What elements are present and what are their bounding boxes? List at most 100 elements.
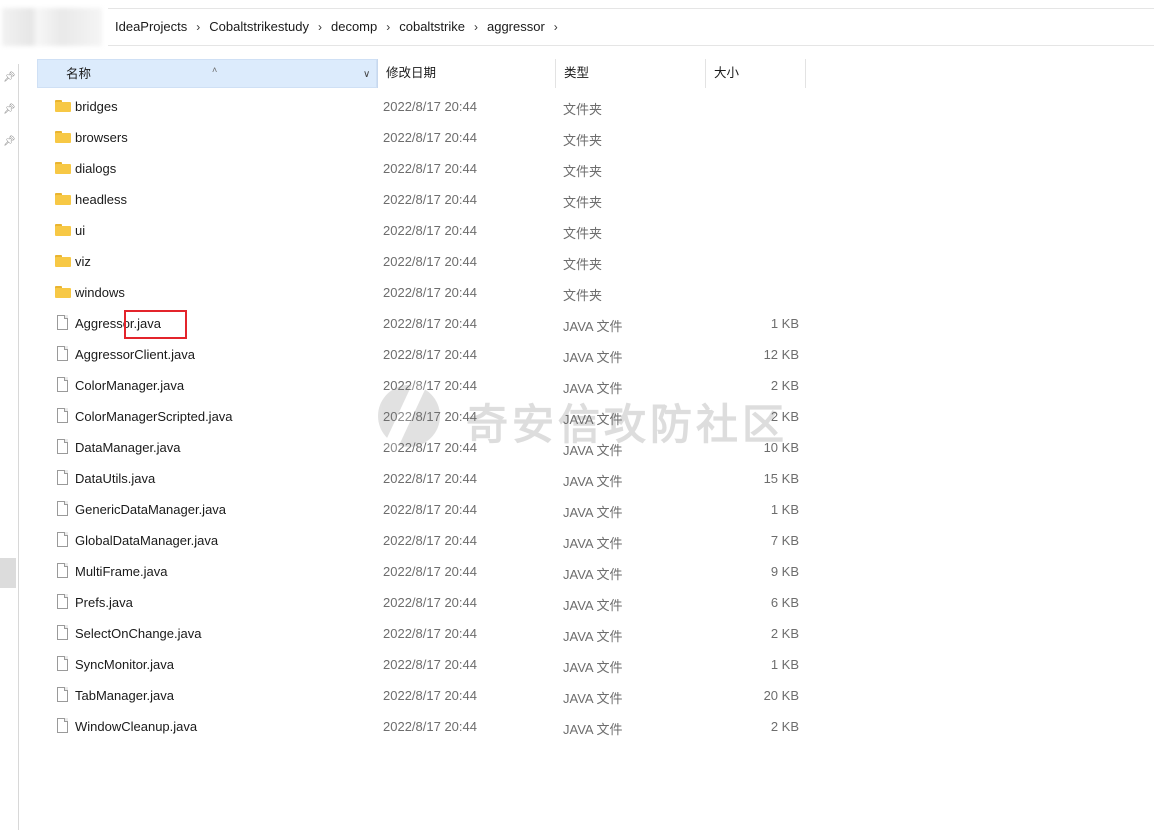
folder-icon	[55, 191, 71, 207]
file-date: 2022/8/17 20:44	[383, 347, 477, 362]
file-row[interactable]: SyncMonitor.java 2022/8/17 20:44 JAVA 文件 1 …	[37, 649, 837, 680]
file-date: 2022/8/17 20:44	[383, 99, 477, 114]
file-icon	[55, 594, 71, 610]
file-name: DataUtils.java	[75, 471, 156, 486]
file-size: 1 KB	[770, 657, 799, 672]
file-row[interactable]: dialogs 2022/8/17 20:44 文件夹	[37, 153, 837, 184]
file-icon	[55, 718, 71, 734]
file-icon	[55, 470, 71, 486]
file-row[interactable]: ui 2022/8/17 20:44 文件夹	[37, 215, 837, 246]
breadcrumb-item-aggressor[interactable]: aggressor	[487, 19, 545, 34]
file-date: 2022/8/17 20:44	[383, 130, 477, 145]
file-type: JAVA 文件	[563, 319, 623, 334]
pin-icon[interactable]: 📌︎	[3, 72, 16, 84]
column-header-date[interactable]: 修改日期	[378, 59, 556, 88]
breadcrumb-item-cobaltstrikestudy[interactable]: Cobaltstrikestudy	[209, 19, 309, 34]
file-type: 文件夹	[563, 133, 603, 148]
breadcrumb-item-cobaltstrike[interactable]: cobaltstrike	[399, 19, 465, 34]
file-row[interactable]: WindowCleanup.java 2022/8/17 20:44 JAVA 文件…	[37, 711, 837, 742]
file-size: 1 KB	[770, 316, 799, 331]
file-type: JAVA 文件	[563, 443, 623, 458]
file-row[interactable]: browsers 2022/8/17 20:44 文件夹	[37, 122, 837, 153]
file-name: headless	[75, 192, 128, 207]
file-date: 2022/8/17 20:44	[383, 471, 477, 486]
file-name: SyncMonitor.java	[75, 657, 174, 672]
file-icon	[55, 439, 71, 455]
address-bar: IdeaProjects › Cobaltstrikestudy › decom…	[0, 0, 1154, 56]
pin-icon[interactable]: 📌︎	[3, 104, 16, 116]
file-name: SelectOnChange.java	[75, 626, 202, 641]
file-size: 2 KB	[770, 409, 799, 424]
file-date: 2022/8/17 20:44	[383, 657, 477, 672]
folder-icon	[55, 222, 71, 238]
file-name: bridges	[75, 99, 118, 114]
file-name: GlobalDataManager.java	[75, 533, 219, 548]
scrollbar-thumb[interactable]	[0, 558, 16, 588]
file-size: 6 KB	[770, 595, 799, 610]
file-type: JAVA 文件	[563, 629, 623, 644]
column-header-type-label: 类型	[564, 66, 590, 80]
chevron-right-icon[interactable]: ›	[196, 20, 200, 34]
column-header-name[interactable]: 名称 ˄ ∨	[37, 59, 377, 88]
folder-icon	[55, 98, 71, 114]
file-row[interactable]: bridges 2022/8/17 20:44 文件夹	[37, 91, 837, 122]
file-row[interactable]: GlobalDataManager.java 2022/8/17 20:44 JAV…	[37, 525, 837, 556]
navigation-pane: 📌︎ 📌︎ 📌︎	[0, 56, 34, 830]
pin-icon[interactable]: 📌︎	[3, 136, 16, 148]
file-type: JAVA 文件	[563, 536, 623, 551]
file-row[interactable]: headless 2022/8/17 20:44 文件夹	[37, 184, 837, 215]
file-type: JAVA 文件	[563, 381, 623, 396]
breadcrumb-item-ideaprojects[interactable]: IdeaProjects	[115, 19, 187, 34]
file-date: 2022/8/17 20:44	[383, 626, 477, 641]
file-row[interactable]: windows 2022/8/17 20:44 文件夹	[37, 277, 837, 308]
file-name: Prefs.java	[75, 595, 133, 610]
folder-icon	[55, 253, 71, 269]
file-date: 2022/8/17 20:44	[383, 595, 477, 610]
chevron-right-icon[interactable]: ›	[386, 20, 390, 34]
file-row[interactable]: GenericDataManager.java 2022/8/17 20:44 JA…	[37, 494, 837, 525]
folder-icon	[55, 284, 71, 300]
file-row[interactable]: MultiFrame.java 2022/8/17 20:44 JAVA 文件 9 K…	[37, 556, 837, 587]
file-icon	[55, 346, 71, 362]
file-name: windows	[75, 285, 125, 300]
breadcrumb: IdeaProjects › Cobaltstrikestudy › decom…	[115, 19, 567, 34]
file-icon	[55, 563, 71, 579]
file-type: JAVA 文件	[563, 505, 623, 520]
folder-icon	[55, 129, 71, 145]
file-date: 2022/8/17 20:44	[383, 161, 477, 176]
chevron-down-icon[interactable]: ∨	[363, 60, 370, 89]
file-row[interactable]: SelectOnChange.java 2022/8/17 20:44 JAVA 文…	[37, 618, 837, 649]
file-row[interactable]: Prefs.java 2022/8/17 20:44 JAVA 文件 6 KB	[37, 587, 837, 618]
file-row[interactable]: AggressorClient.java 2022/8/17 20:44 JAVA …	[37, 339, 837, 370]
file-type: 文件夹	[563, 257, 603, 272]
chevron-right-icon[interactable]: ›	[554, 20, 558, 34]
breadcrumb-item-decomp[interactable]: decomp	[331, 19, 377, 34]
file-row[interactable]: ColorManager.java 2022/8/17 20:44 JAVA 文件 2…	[37, 370, 837, 401]
file-date: 2022/8/17 20:44	[383, 533, 477, 548]
file-row[interactable]: TabManager.java 2022/8/17 20:44 JAVA 文件 20 …	[37, 680, 837, 711]
blurred-region	[2, 8, 102, 46]
file-row[interactable]: viz 2022/8/17 20:44 文件夹	[37, 246, 837, 277]
file-date: 2022/8/17 20:44	[383, 316, 477, 331]
column-header-type[interactable]: 类型	[556, 59, 706, 88]
file-type: 文件夹	[563, 288, 603, 303]
file-type: JAVA 文件	[563, 350, 623, 365]
file-name: ui	[75, 223, 86, 238]
chevron-right-icon[interactable]: ›	[318, 20, 322, 34]
file-size: 1 KB	[770, 502, 799, 517]
file-date: 2022/8/17 20:44	[383, 285, 477, 300]
file-date: 2022/8/17 20:44	[383, 378, 477, 393]
file-name: AggressorClient.java	[75, 347, 195, 362]
file-row[interactable]: ColorManagerScripted.java 2022/8/17 20:44…	[37, 401, 837, 432]
file-row[interactable]: DataManager.java 2022/8/17 20:44 JAVA 文件 10…	[37, 432, 837, 463]
file-type: JAVA 文件	[563, 412, 623, 427]
file-row[interactable]: DataUtils.java 2022/8/17 20:44 JAVA 文件 15 K…	[37, 463, 837, 494]
file-size: 9 KB	[770, 564, 799, 579]
column-header-size-label: 大小	[714, 66, 740, 80]
file-date: 2022/8/17 20:44	[383, 409, 477, 424]
chevron-right-icon[interactable]: ›	[474, 20, 478, 34]
column-header-size[interactable]: 大小	[706, 59, 806, 88]
file-type: JAVA 文件	[563, 567, 623, 582]
pane-divider[interactable]	[18, 64, 19, 830]
file-type: JAVA 文件	[563, 691, 623, 706]
